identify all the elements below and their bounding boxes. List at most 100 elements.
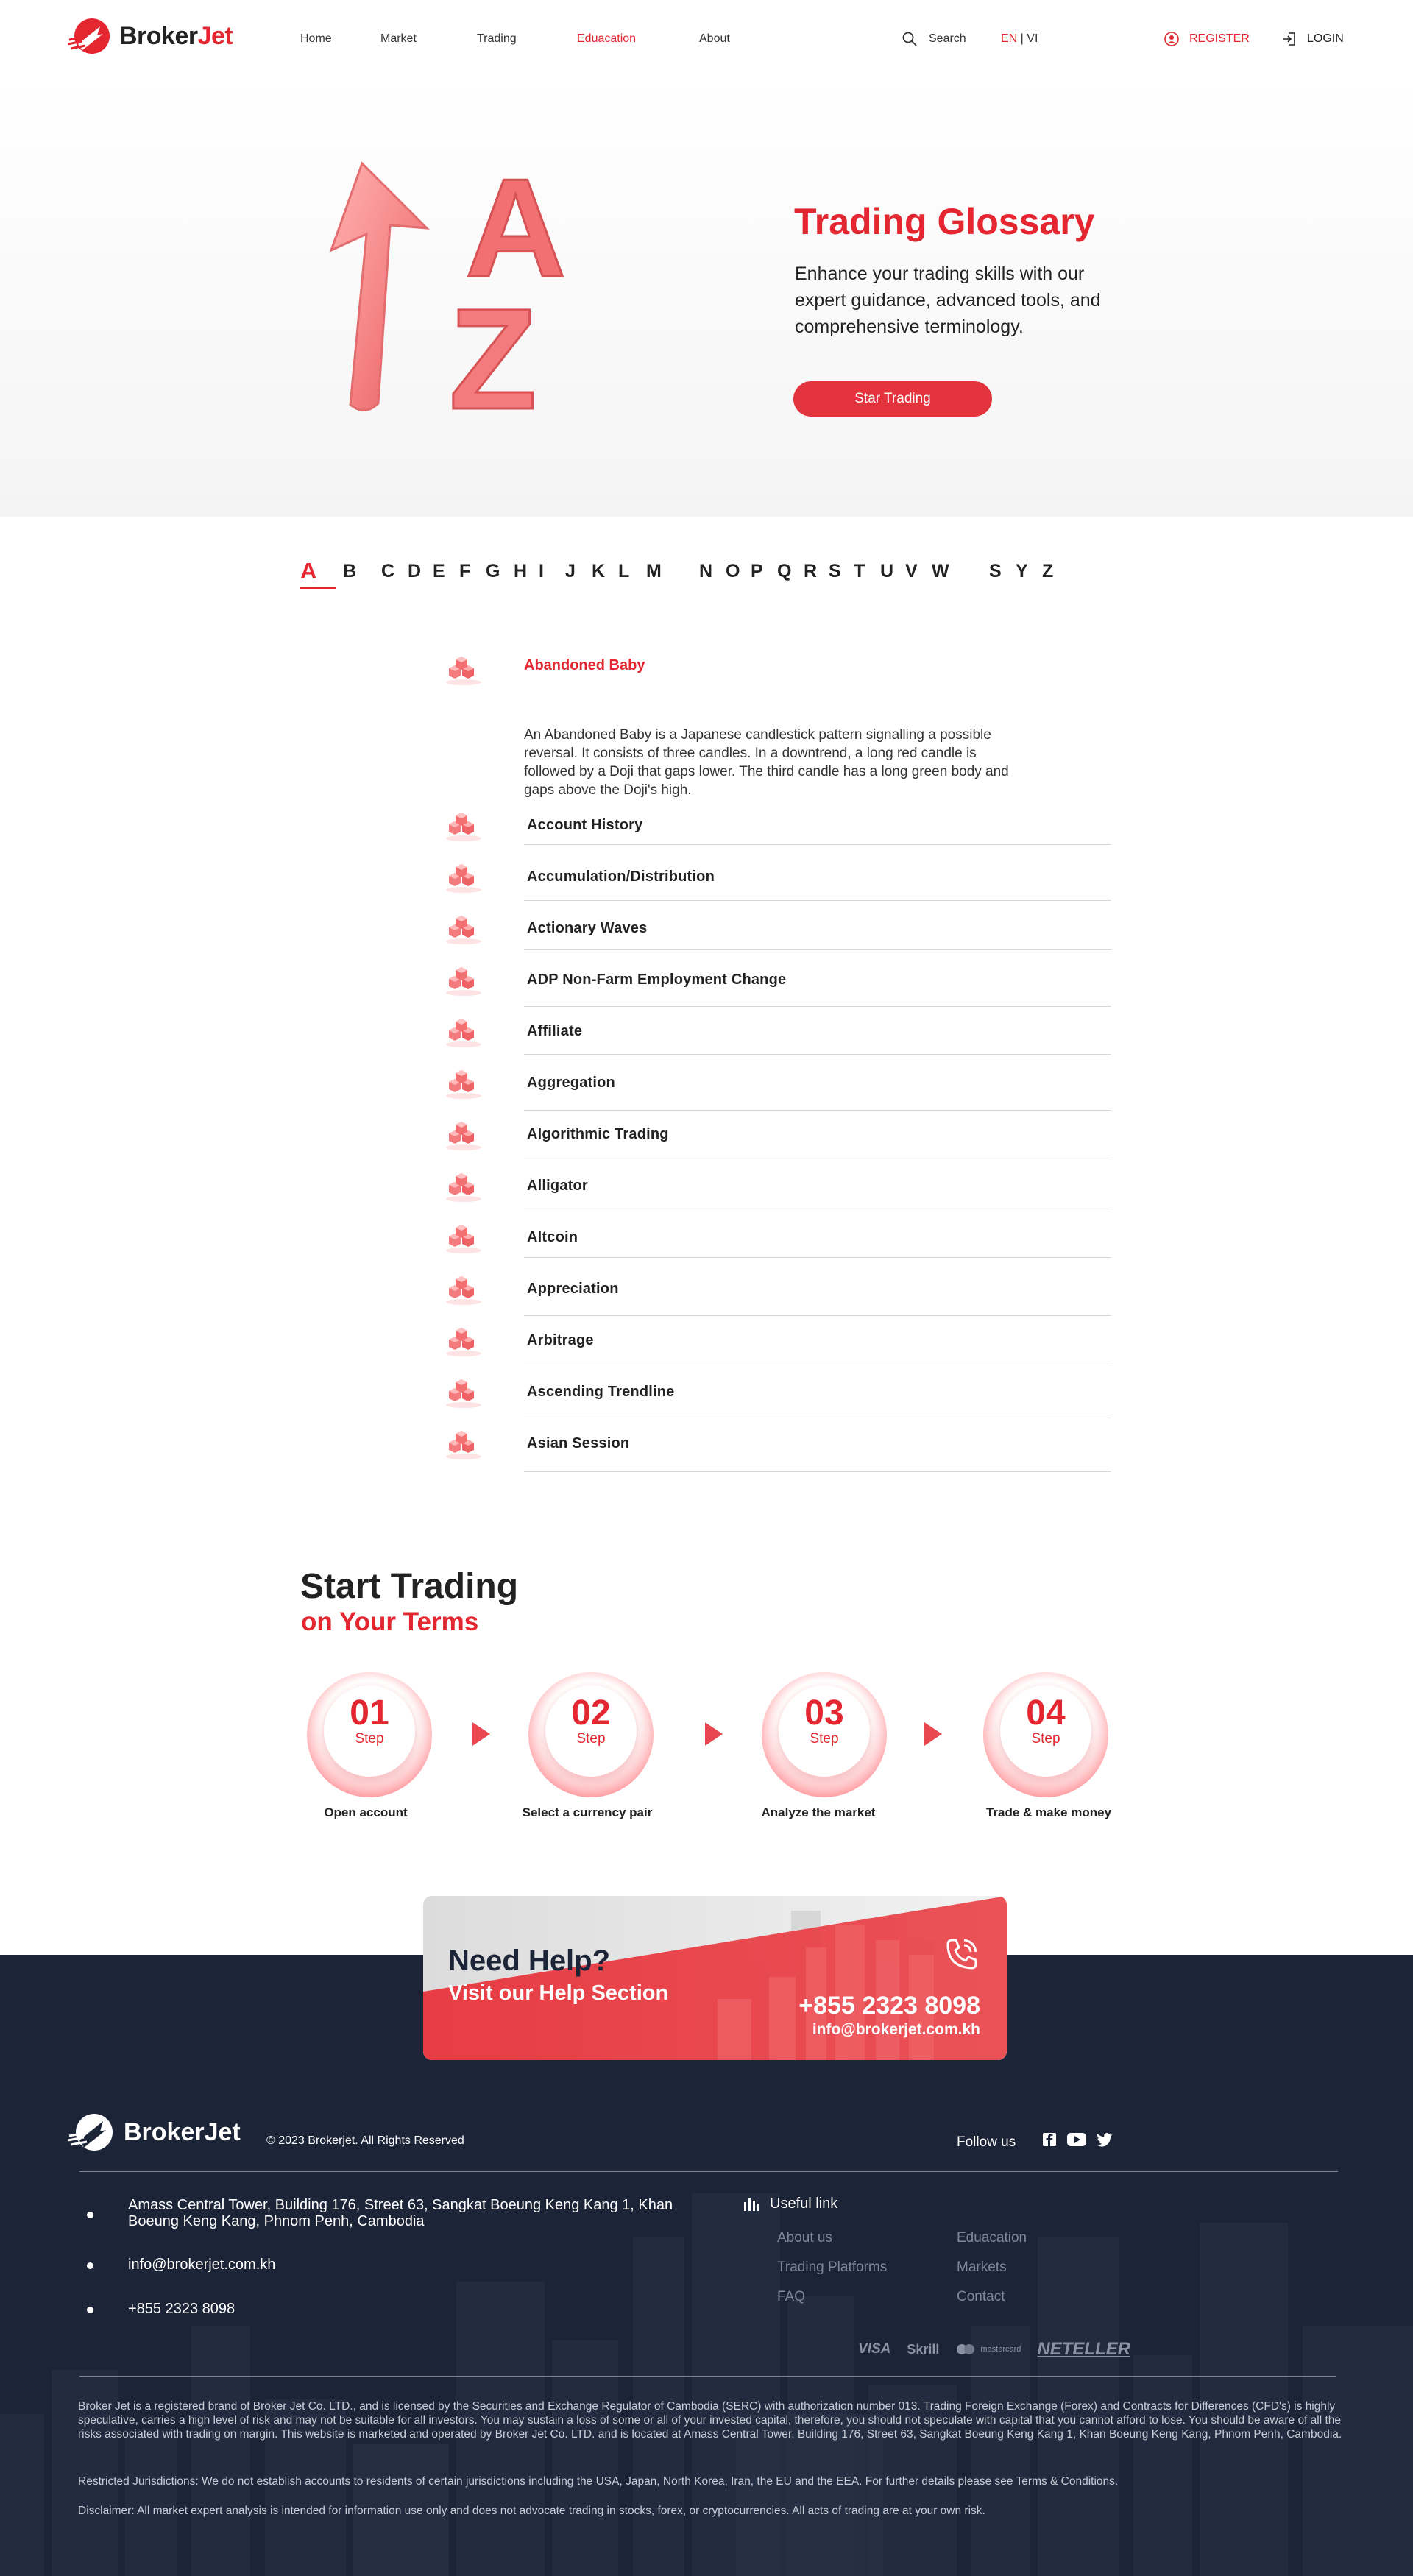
letter-e[interactable]: E xyxy=(433,561,445,582)
letter-k[interactable]: K xyxy=(592,561,605,582)
skrill-logo: Skrill xyxy=(907,2341,940,2357)
divider xyxy=(524,844,1111,845)
lang-vi[interactable]: VI xyxy=(1027,32,1038,45)
neteller-logo: NETELLER xyxy=(1037,2339,1131,2359)
search-icon xyxy=(902,32,917,46)
letter-b[interactable]: B xyxy=(343,561,356,582)
mastercard-text: mastercard xyxy=(980,2345,1021,2354)
visa-logo: VISA xyxy=(858,2341,891,2357)
letter-a[interactable]: A xyxy=(300,558,316,584)
letter-f[interactable]: F xyxy=(459,561,470,582)
letter-i[interactable]: I xyxy=(539,561,544,582)
lang-en[interactable]: EN xyxy=(1001,32,1017,45)
start-trading-button[interactable]: Star Trading xyxy=(793,381,992,417)
letter-z[interactable]: Z xyxy=(1042,561,1053,582)
twitter-icon[interactable] xyxy=(1097,2132,1113,2147)
letter-m[interactable]: M xyxy=(646,561,662,582)
start-trading-title: Start Trading xyxy=(300,1567,519,1606)
page-title: Trading Glossary xyxy=(794,201,1095,242)
cubes-icon xyxy=(446,1122,481,1150)
nav-trading[interactable]: Trading xyxy=(477,32,577,46)
step-word: Step xyxy=(1031,1731,1060,1747)
letter-r[interactable]: R xyxy=(804,561,817,582)
letter-t[interactable]: T xyxy=(854,561,865,582)
facebook-icon[interactable] xyxy=(1042,2132,1057,2147)
footer-link-about[interactable]: About us xyxy=(777,2230,832,2246)
mastercard-circles-icon xyxy=(957,2344,975,2354)
login-button[interactable]: LOGIN xyxy=(1282,32,1344,46)
letter-q[interactable]: Q xyxy=(777,561,791,582)
term-label: Affiliate xyxy=(527,1023,583,1039)
brokerjet-logo-icon xyxy=(68,2114,113,2151)
divider xyxy=(524,1315,1111,1316)
footer-link-platforms[interactable]: Trading Platforms xyxy=(777,2260,887,2276)
help-phone[interactable]: +855 2323 8098 xyxy=(798,1992,980,2020)
footer-link-faq[interactable]: FAQ xyxy=(777,2289,805,2305)
lang-separator: | xyxy=(1017,32,1027,45)
letter-s-2[interactable]: S xyxy=(989,561,1002,582)
letter-l[interactable]: L xyxy=(618,561,629,582)
letter-g[interactable]: G xyxy=(486,561,500,582)
letter-y[interactable]: Y xyxy=(1016,561,1028,582)
letter-d[interactable]: D xyxy=(408,561,421,582)
search-button[interactable]: Search xyxy=(902,32,966,46)
start-trading-subtitle: on Your Terms xyxy=(301,1607,479,1636)
useful-links-heading: Useful link xyxy=(743,2195,837,2212)
term-description: An Abandoned Baby is a Japanese candlest… xyxy=(524,727,1009,798)
email-text[interactable]: info@brokerjet.com.kh xyxy=(128,2257,687,2273)
step-1-label: Open account xyxy=(324,1805,408,1819)
letter-j[interactable]: J xyxy=(565,561,576,582)
divider xyxy=(524,1257,1111,1258)
letter-w[interactable]: W xyxy=(932,561,949,582)
footer-link-contact[interactable]: Contact xyxy=(957,2289,1005,2305)
phone-text[interactable]: +855 2323 8098 xyxy=(128,2301,687,2317)
nav-education[interactable]: Eduacation xyxy=(577,32,699,46)
letter-h[interactable]: H xyxy=(514,561,527,582)
brand-name: BrokerJet xyxy=(119,21,233,50)
nav-market[interactable]: Market xyxy=(380,32,477,46)
nav-home[interactable]: Home xyxy=(300,32,380,46)
step-word: Step xyxy=(576,1731,606,1747)
divider xyxy=(524,1006,1111,1007)
term-label: Actionary Waves xyxy=(527,920,648,936)
term-label: Ascending Trendline xyxy=(527,1384,675,1400)
step-number: 01 xyxy=(350,1694,389,1733)
cubes-icon xyxy=(446,1173,481,1202)
letter-p[interactable]: P xyxy=(751,561,763,582)
letter-n[interactable]: N xyxy=(699,561,712,582)
cubes-icon xyxy=(446,1431,481,1459)
youtube-icon[interactable] xyxy=(1067,2132,1086,2147)
language-switcher[interactable]: EN | VI xyxy=(1001,32,1038,46)
term-title-abandoned-baby[interactable]: Abandoned Baby xyxy=(524,657,645,674)
az-sort-illustration: A Z xyxy=(329,155,567,427)
footer-link-education[interactable]: Eduacation xyxy=(957,2230,1027,2246)
divider xyxy=(524,900,1111,901)
footer-logo[interactable]: BrokerJet xyxy=(68,2112,241,2152)
term-label: Appreciation xyxy=(527,1281,619,1297)
letter-u[interactable]: U xyxy=(880,561,893,582)
step-arrow-icon xyxy=(924,1722,942,1746)
restricted-jurisdictions-text: Restricted Jurisdictions: We do not esta… xyxy=(78,2475,1119,2488)
register-button[interactable]: REGISTER xyxy=(1164,32,1250,46)
main-menu: Home Market Trading Eduacation About xyxy=(300,32,730,46)
term-label: Aggregation xyxy=(527,1075,615,1091)
step-3-label: Analyze the market xyxy=(761,1805,876,1819)
letter-o[interactable]: O xyxy=(726,561,740,582)
term-label: ADP Non-Farm Employment Change xyxy=(527,972,787,988)
letter-s[interactable]: S xyxy=(829,561,841,582)
help-email[interactable]: info@brokerjet.com.kh xyxy=(812,2021,980,2039)
step-3-badge: 03 Step xyxy=(762,1672,887,1797)
term-label: Alligator xyxy=(527,1178,588,1194)
letter-c[interactable]: C xyxy=(381,561,394,582)
brand-logo[interactable]: BrokerJet xyxy=(68,18,233,54)
divider xyxy=(524,949,1111,950)
useful-links-title: Useful link xyxy=(770,2195,838,2212)
step-number: 02 xyxy=(571,1694,611,1733)
help-banner[interactable]: Need Help? Visit our Help Section +855 2… xyxy=(423,1896,1007,2060)
footer-link-markets[interactable]: Markets xyxy=(957,2260,1007,2276)
bullet-dot xyxy=(87,2212,93,2218)
phone-call-icon xyxy=(946,1939,977,1970)
search-label: Search xyxy=(929,32,966,45)
letter-v[interactable]: V xyxy=(905,561,918,582)
nav-about[interactable]: About xyxy=(699,32,730,46)
